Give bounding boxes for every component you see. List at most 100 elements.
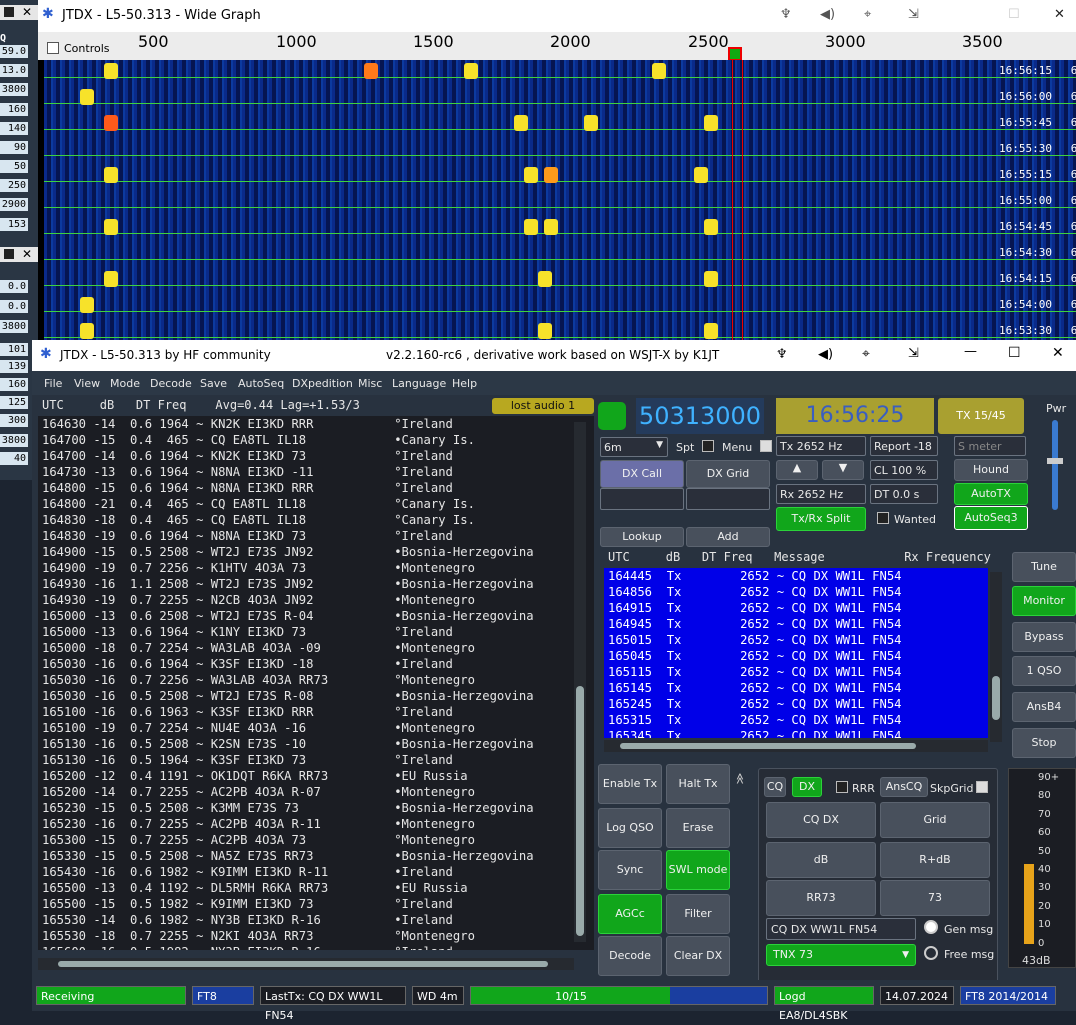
rx-h-scrollbar[interactable]	[604, 740, 988, 752]
msg-grid-button[interactable]: Grid	[880, 802, 990, 838]
tx-row[interactable]: 165345 Tx 2652 ~ CQ DX WW1L FN54	[604, 728, 988, 738]
halt-tx-button[interactable]: Halt Tx	[666, 764, 730, 804]
log-qso-button[interactable]: Log QSO	[598, 808, 662, 848]
tx-row[interactable]: 164945 Tx 2652 ~ CQ DX WW1L FN54	[604, 616, 988, 632]
power-slider-handle[interactable]	[1047, 458, 1063, 464]
free-msg-radio[interactable]	[924, 946, 938, 960]
band-activity-row[interactable]: 164930 -19 0.7 2255 ~ N2CB 4O3A JN92 •Mo…	[38, 592, 594, 608]
menu-checkbox[interactable]	[760, 440, 772, 452]
clear-dx-button[interactable]: Clear DX	[666, 936, 730, 976]
dt-field[interactable]: DT 0.0 s	[870, 484, 938, 504]
menu-item-help[interactable]: Help	[452, 377, 477, 390]
menu-item-decode[interactable]: Decode	[150, 377, 192, 390]
band-activity-row[interactable]: 165530 -14 0.6 1982 ~ NY3B EI3KD R-16 •I…	[38, 912, 594, 928]
close-icon[interactable]: ✕	[22, 5, 32, 19]
maximize-icon[interactable]: ☐	[1008, 345, 1021, 361]
scroll-thumb[interactable]	[576, 686, 584, 936]
band-activity-row[interactable]: 164830 -19 0.6 1964 ~ N8NA EI3KD 73 °Ire…	[38, 528, 594, 544]
autoseq3-button[interactable]: AutoSeq3	[954, 506, 1028, 530]
freq-down-button[interactable]: ▼	[822, 460, 864, 480]
dx-grid-button[interactable]: DX Grid	[686, 460, 770, 488]
filter-button[interactable]: Filter	[666, 894, 730, 934]
export-icon[interactable]: ⇲	[908, 7, 919, 22]
tx-row[interactable]: 164856 Tx 2652 ~ CQ DX WW1L FN54	[604, 584, 988, 600]
band-activity-row[interactable]: 165600 -16 0.5 1982 ~ NY3B EI3KD R-16 °I…	[38, 944, 594, 950]
band-activity-row[interactable]: 165130 -16 0.5 1964 ~ K3SF EI3KD 73 °Ire…	[38, 752, 594, 768]
stop-button[interactable]: Stop	[1012, 728, 1076, 758]
tx-row[interactable]: 165115 Tx 2652 ~ CQ DX WW1L FN54	[604, 664, 988, 680]
band-activity-row[interactable]: 165100 -16 0.6 1963 ~ K3SF EI3KD RRR °Ir…	[38, 704, 594, 720]
wanted-checkbox[interactable]	[877, 512, 889, 524]
tx-rx-split-button[interactable]: Tx/Rx Split	[776, 507, 866, 531]
tx-row[interactable]: 165245 Tx 2652 ~ CQ DX WW1L FN54	[604, 696, 988, 712]
minimize-icon[interactable]	[4, 249, 14, 259]
band-activity-row[interactable]: 165130 -16 0.5 2508 ~ K2SN E73S -10 •Bos…	[38, 736, 594, 752]
menu-item-language[interactable]: Language	[392, 377, 446, 390]
band-activity-row[interactable]: 165030 -16 0.6 1964 ~ K3SF EI3KD -18 •Ir…	[38, 656, 594, 672]
close-icon[interactable]: ✕	[1054, 7, 1065, 22]
msg-db-button[interactable]: dB	[766, 842, 876, 878]
hound-button[interactable]: Hound	[954, 459, 1028, 481]
tune-button[interactable]: Tune	[1012, 552, 1076, 582]
1-qso-button[interactable]: 1 QSO	[1012, 656, 1076, 686]
report-field[interactable]: Report -18	[870, 436, 938, 456]
band-activity-row[interactable]: 164730 -13 0.6 1964 ~ N8NA EI3KD -11 °Ir…	[38, 464, 594, 480]
band-activity-row[interactable]: 165430 -16 0.6 1982 ~ K9IMM EI3KD R-11 •…	[38, 864, 594, 880]
waterfall[interactable]: 16:56:15 6m 16:56:00 6m 16:55:45 6m 16:55:30 6m…	[44, 60, 1076, 340]
export-icon[interactable]: ⇲	[908, 346, 919, 361]
msg-cq-dx-button[interactable]: CQ DX	[766, 802, 876, 838]
minimize-icon[interactable]	[4, 7, 14, 17]
rx-frequency-list[interactable]: 164445 Tx 2652 ~ CQ DX WW1L FN54 164856 T…	[604, 568, 988, 738]
band-activity-row[interactable]: 165030 -16 0.5 2508 ~ WT2J E73S R-08 •Bo…	[38, 688, 594, 704]
close-icon[interactable]: ✕	[22, 247, 32, 261]
menu-item-misc[interactable]: Misc	[358, 377, 382, 390]
band-activity-row[interactable]: 165030 -16 0.7 2256 ~ WA3LAB 4O3A RR73 °…	[38, 672, 594, 688]
band-activity-row[interactable]: 165100 -19 0.7 2254 ~ NU4E 4O3A -16 •Mon…	[38, 720, 594, 736]
add-button[interactable]: Add	[686, 527, 770, 547]
speaker-icon[interactable]: ◀)	[820, 7, 835, 22]
skpgrid-checkbox[interactable]	[976, 781, 988, 793]
minimize-icon[interactable]: —	[964, 344, 977, 359]
band-activity-row[interactable]: 165500 -15 0.5 1982 ~ K9IMM EI3KD 73 °Ir…	[38, 896, 594, 912]
sync-button[interactable]: Sync	[598, 850, 662, 890]
smeter-field[interactable]: S meter	[954, 436, 1026, 456]
speaker-icon[interactable]: ◀)	[818, 347, 833, 362]
menu-item-dxpedition[interactable]: DXpedition	[292, 377, 353, 390]
band-activity-row[interactable]: 165230 -15 0.5 2508 ~ K3MM E73S 73 •Bosn…	[38, 800, 594, 816]
menu-item-file[interactable]: File	[44, 377, 62, 390]
rrr-checkbox[interactable]	[836, 781, 848, 793]
band-activity-list[interactable]: 164630 -14 0.6 1964 ~ KN2K EI3KD RRR °Ir…	[38, 416, 594, 950]
band-activity-row[interactable]: 165000 -13 0.6 2508 ~ WT2J E73S R-04 •Bo…	[38, 608, 594, 624]
dx-call-input[interactable]	[600, 488, 684, 510]
band-activity-row[interactable]: 165000 -13 0.6 1964 ~ K1NY EI3KD 73 °Ire…	[38, 624, 594, 640]
band-activity-row[interactable]: 164800 -21 0.4 465 ~ CQ EA8TL IL18 °Cana…	[38, 496, 594, 512]
band-activity-row[interactable]: 164830 -18 0.4 465 ~ CQ EA8TL IL18 °Cana…	[38, 512, 594, 528]
band-activity-row[interactable]: 165200 -12 0.4 1191 ~ OK1DQT R6KA RR73 •…	[38, 768, 594, 784]
tx-frequency-marker[interactable]	[728, 47, 742, 61]
band-activity-row[interactable]: 165500 -13 0.4 1192 ~ DL5RMH R6KA RR73 •…	[38, 880, 594, 896]
gen-msg-radio[interactable]	[924, 920, 938, 934]
bypass-button[interactable]: Bypass	[1012, 622, 1076, 652]
band-activity-row[interactable]: 164700 -15 0.4 465 ~ CQ EA8TL IL18 •Cana…	[38, 432, 594, 448]
anscq-button[interactable]: AnsCQ	[880, 777, 928, 797]
pin-icon[interactable]: ♆	[780, 7, 792, 22]
band-activity-row[interactable]: 164930 -16 1.1 2508 ~ WT2J E73S JN92 •Bo…	[38, 576, 594, 592]
band-scrollbar[interactable]	[574, 422, 586, 942]
band-h-scrollbar[interactable]	[38, 958, 574, 970]
tx-period-button[interactable]: TX 15/45	[938, 398, 1024, 434]
msg-rr73-button[interactable]: RR73	[766, 880, 876, 916]
pin-icon[interactable]: ♆	[776, 347, 788, 362]
enable-tx-button[interactable]: Enable Tx	[598, 764, 662, 804]
close-icon[interactable]: ✕	[1052, 345, 1064, 361]
band-activity-row[interactable]: 165300 -15 0.7 2255 ~ AC2PB 4O3A 73 °Mon…	[38, 832, 594, 848]
swl-mode-button[interactable]: SWL mode	[666, 850, 730, 890]
tx-freq-field[interactable]: Tx 2652 Hz	[776, 436, 866, 456]
lookup-button[interactable]: Lookup	[600, 527, 684, 547]
tx-row[interactable]: 165145 Tx 2652 ~ CQ DX WW1L FN54	[604, 680, 988, 696]
frequency-display[interactable]: 50313000	[636, 398, 764, 434]
msg-73-button[interactable]: 73	[880, 880, 990, 916]
dx-call-button[interactable]: DX Call	[600, 460, 684, 488]
band-activity-row[interactable]: 165530 -18 0.7 2255 ~ N2KI 4O3A RR73 °Mo…	[38, 928, 594, 944]
target-icon[interactable]: ⌖	[864, 7, 871, 22]
band-activity-row[interactable]: 165200 -14 0.7 2255 ~ AC2PB 4O3A R-07 •M…	[38, 784, 594, 800]
